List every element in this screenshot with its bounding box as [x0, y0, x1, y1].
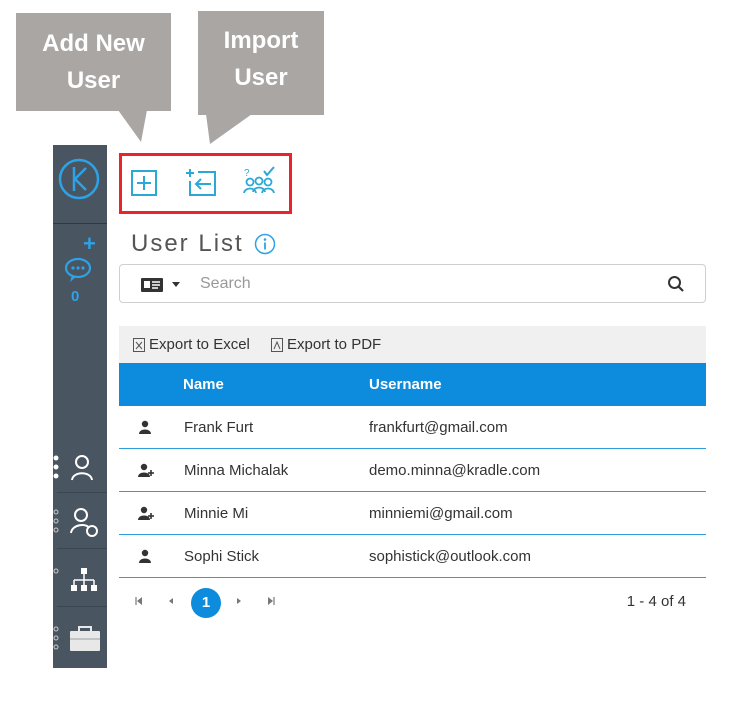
sidebar-item-user-settings[interactable]: [53, 500, 107, 542]
user-group-check-button[interactable]: ?: [242, 166, 276, 200]
table-row[interactable]: Minna Michalak demo.minna@kradle.com: [119, 449, 706, 492]
add-new-user-callout-line1: Add New: [42, 30, 145, 57]
sidebar-item-briefcase[interactable]: [53, 617, 107, 659]
sidebar-divider: [53, 223, 107, 224]
cell-username: minniemi@gmail.com: [369, 505, 513, 522]
search-bar: [119, 264, 706, 303]
export-excel-button[interactable]: Export to Excel: [133, 336, 250, 353]
add-new-user-callout-pointer: [118, 110, 147, 142]
org-chart-icon: [71, 568, 97, 591]
sidebar: + 0: [53, 145, 107, 668]
sidebar-separator: [57, 606, 107, 607]
chat-count-badge: 0: [71, 288, 80, 305]
export-pdf-label: Export to PDF: [287, 336, 382, 353]
sidebar-separator: [57, 492, 107, 493]
add-new-user-callout-line2: User: [66, 67, 121, 94]
user-icon: [139, 420, 151, 434]
drag-dots-icon: [53, 568, 59, 574]
pagination: 1 1 - 4 of 4: [119, 578, 706, 624]
sidebar-item-users[interactable]: [53, 446, 107, 488]
svg-text:?: ?: [244, 168, 250, 179]
cell-name: Frank Furt: [184, 419, 254, 436]
import-user-callout-line2: User: [234, 64, 288, 91]
drag-dots-icon: [53, 509, 59, 533]
sidebar-separator: [57, 548, 107, 549]
contact-card-icon[interactable]: [140, 276, 164, 294]
user-icon: [71, 455, 93, 481]
user-icon: [139, 549, 151, 563]
user-toolbar: ?: [119, 153, 292, 214]
import-user-callout-line1: Import: [223, 27, 299, 54]
current-page-button[interactable]: 1: [191, 588, 221, 618]
briefcase-icon: [70, 626, 100, 651]
import-user-callout-pointer: [206, 114, 252, 144]
search-icon[interactable]: [667, 275, 685, 293]
add-new-user-button[interactable]: [128, 166, 162, 200]
table-row[interactable]: Sophi Stick sophistick@outlook.com: [119, 535, 706, 578]
cell-name: Sophi Stick: [184, 548, 260, 565]
import-user-callout: Import User: [198, 11, 324, 115]
cell-name: Minna Michalak: [184, 462, 289, 479]
chevron-down-icon[interactable]: [172, 282, 180, 287]
export-toolbar: Export to Excel Export to PDF: [119, 326, 706, 363]
cell-username: demo.minna@kradle.com: [369, 462, 541, 479]
next-page-icon[interactable]: [233, 596, 245, 606]
table-row[interactable]: Minnie Mi minniemi@gmail.com: [119, 492, 706, 535]
export-excel-label: Export to Excel: [149, 336, 250, 353]
pdf-file-icon: [271, 337, 283, 352]
sidebar-item-org-chart[interactable]: [53, 559, 107, 601]
last-page-icon[interactable]: [265, 596, 277, 606]
chat-bubble-icon[interactable]: [63, 255, 93, 285]
drag-dots-icon: [53, 626, 59, 650]
app-logo-icon[interactable]: [57, 157, 101, 201]
page-title: User List: [131, 230, 244, 257]
user-grid: Export to Excel Export to PDF Name Usern…: [119, 326, 706, 624]
user-settings-icon: [70, 508, 98, 537]
new-chat-plus-icon[interactable]: +: [83, 233, 96, 255]
column-header-name[interactable]: Name: [183, 376, 224, 393]
import-user-button[interactable]: [184, 166, 218, 200]
export-pdf-button[interactable]: Export to PDF: [271, 336, 381, 353]
cell-name: Minnie Mi: [184, 505, 249, 522]
drag-dots-icon: [53, 455, 59, 479]
user-add-icon: [138, 506, 154, 520]
add-new-user-callout: Add New User: [16, 13, 171, 111]
column-header-username[interactable]: Username: [369, 376, 442, 393]
first-page-icon[interactable]: [133, 596, 145, 606]
cell-username: frankfurt@gmail.com: [369, 419, 508, 436]
grid-header: Name Username: [119, 363, 706, 406]
cell-username: sophistick@outlook.com: [369, 548, 531, 565]
search-input[interactable]: [200, 272, 660, 296]
info-icon[interactable]: [254, 233, 276, 255]
table-row[interactable]: Frank Furt frankfurt@gmail.com: [119, 406, 706, 449]
excel-file-icon: [133, 337, 145, 352]
previous-page-icon[interactable]: [165, 596, 177, 606]
pagination-info: 1 - 4 of 4: [626, 593, 686, 610]
user-add-icon: [138, 463, 154, 477]
